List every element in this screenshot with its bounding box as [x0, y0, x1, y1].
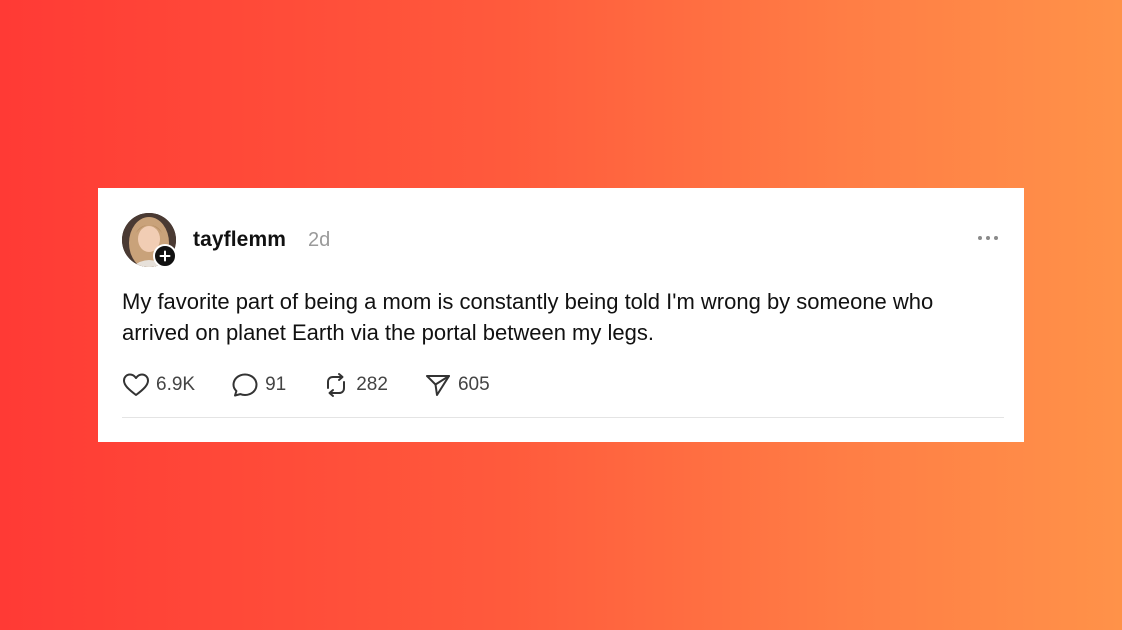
repost-arrows-icon: [327, 373, 346, 397]
repost-count: 282: [356, 374, 388, 395]
username[interactable]: tayflemm: [193, 228, 286, 252]
action-bar: 6.9K 91 282 605: [122, 371, 526, 399]
comment-bubble-icon: [232, 373, 258, 397]
like-button[interactable]: 6.9K: [122, 372, 195, 398]
share-count: 605: [457, 374, 490, 395]
more-options-button[interactable]: [977, 230, 999, 246]
heart-icon: [123, 373, 149, 396]
repost-button[interactable]: 282: [322, 372, 388, 398]
send-paper-plane-icon: [425, 375, 450, 396]
follow-button[interactable]: [153, 244, 177, 268]
divider: [122, 417, 1004, 418]
more-dots-icon: [978, 236, 998, 240]
post-body: My favorite part of being a mom is const…: [122, 289, 934, 345]
avatar-container[interactable]: [122, 213, 177, 268]
post-timestamp: 2d: [308, 229, 331, 251]
share-button[interactable]: 605: [424, 372, 490, 398]
reply-count: 91: [265, 374, 287, 395]
reply-button[interactable]: 91: [231, 372, 286, 398]
plus-icon: [159, 250, 171, 262]
like-count: 6.9K: [156, 374, 196, 395]
post-card: tayflemm 2d My favorite part of being a …: [98, 188, 1024, 442]
